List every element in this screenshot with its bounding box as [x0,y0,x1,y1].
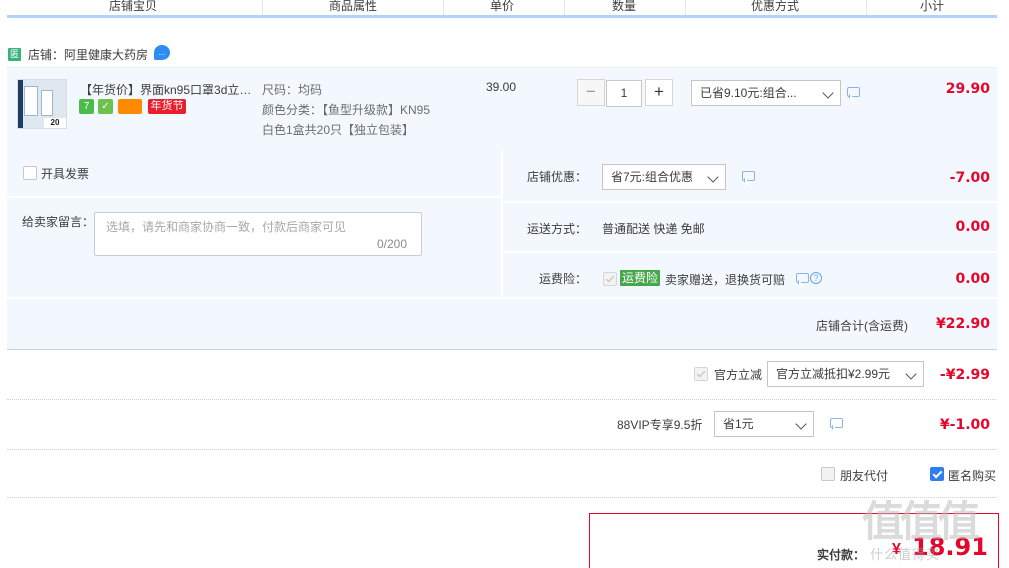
col-shop-item: 店铺宝贝 [109,0,158,13]
quantity-minus-button[interactable]: − [577,79,605,106]
insurance-text: 卖家赠送，退换货可赔 [665,273,786,287]
shop-discount-value: 省7元:组合优惠 [611,170,694,184]
attr-pack: 白色1盒共20只【独立包装】 [262,123,415,137]
panel-divider [503,201,997,203]
col-divider [564,0,565,15]
col-unit-price: 单价 [490,0,515,13]
shop-discount-amount: -7.00 [949,170,990,186]
insurance-amount: 0.00 [955,271,990,287]
official-discount-value: 官方立减抵扣¥2.99元 [776,367,891,381]
product-title[interactable]: 【年货价】界面kn95口罩3d立体一次性防护成人 [80,81,258,98]
anonymous-checkbox[interactable] [930,467,944,481]
chevron-down-icon [707,171,719,183]
panel-divider [503,251,997,253]
official-discount-checkbox [694,367,708,381]
product-thumbnail[interactable]: 20 [17,79,67,129]
shop-discount-label: 店铺优惠： [527,170,588,184]
column-header: 店铺宝贝 商品属性 单价 数量 优惠方式 小计 [7,0,997,18]
vip-label: 88VIP专享9.5折 [617,418,703,432]
insurance-tag: 运费险 [620,270,661,286]
anonymous-label: 匿名购买 [948,469,997,483]
thumb-tag: 20 [44,118,66,128]
wangwang-chat-icon[interactable]: ... [154,45,170,60]
invoice-checkbox[interactable] [23,166,37,180]
guarantee-icon: ✓ [98,99,113,114]
unit-price: 39.00 [486,80,517,94]
row-separator [7,399,997,400]
vip-amount: ¥-1.00 [939,417,990,433]
shop-total-amount: ¥22.90 [935,316,990,332]
panel-divider [7,297,997,299]
message-label: 给卖家留言： [22,215,95,229]
shop-discount-select[interactable]: 省7元:组合优惠 [602,164,726,190]
help-icon[interactable]: ? [810,272,822,284]
shipping-method: 普通配送 快递 免邮 [602,222,705,236]
thumb-box [24,86,38,116]
quantity-input[interactable]: 1 [606,80,642,107]
shipping-label: 运送方式： [527,222,588,236]
watermark-logo: 值值值 [862,498,980,545]
message-icon[interactable] [847,87,860,97]
col-divider [443,0,444,15]
row-separator [7,497,997,498]
panel-bottom-line [7,349,997,350]
shop-type-icon: 匿 [8,48,21,61]
new-year-festival-badge: 年货节 [148,99,186,114]
message-icon[interactable] [796,273,809,283]
watermark-text: 什么值得买 [870,547,941,562]
insurance-checkbox [603,272,617,286]
col-attributes: 商品属性 [329,0,378,13]
col-divider [685,0,686,15]
col-divider [262,0,263,15]
message-icon[interactable] [742,171,755,181]
row-separator [7,449,997,450]
item-subtotal: 29.90 [945,81,990,97]
item-promo-select[interactable]: 已省9.10元:组合... [691,80,841,106]
message-icon[interactable] [830,418,843,428]
friend-pay-label: 朋友代付 [840,469,889,483]
thumb-stripe [18,80,23,128]
panel-divider [501,150,503,298]
item-promo-value: 已省9.10元:组合... [700,86,797,100]
message-counter: 0/200 [377,237,408,251]
shipping-amount: 0.00 [955,219,990,235]
invoice-label: 开具发票 [41,167,90,181]
shop-total-label: 店铺合计(含运费) [816,319,908,333]
credit-card-icon [118,99,142,114]
panel-divider [7,196,501,198]
official-discount-label: 官方立减 [714,368,763,382]
message-placeholder: 选填，请先和商家协商一致，付款后商家可见 [106,220,347,234]
friend-pay-checkbox[interactable] [821,467,835,481]
vip-select[interactable]: 省1元 [714,411,814,437]
attr-size: 尺码：均码 [262,83,323,97]
seven-day-return-icon: 7 [79,99,94,114]
vip-select-value: 省1元 [723,417,754,431]
col-divider [866,0,867,15]
shop-name[interactable]: 店铺：阿里健康大药房 [28,46,148,63]
thumb-box [41,90,53,116]
chevron-down-icon [795,418,807,430]
chevron-down-icon [822,87,834,99]
col-promotion: 优惠方式 [751,0,800,13]
quantity-plus-button[interactable]: + [645,79,673,106]
official-discount-amount: -¥2.99 [939,367,990,383]
col-quantity: 数量 [612,0,637,13]
insurance-label: 运费险： [539,272,588,286]
attr-color: 颜色分类：【鱼型升级款】KN95 [262,103,431,117]
col-subtotal: 小计 [920,0,945,13]
pay-label: 实付款： [817,548,866,562]
